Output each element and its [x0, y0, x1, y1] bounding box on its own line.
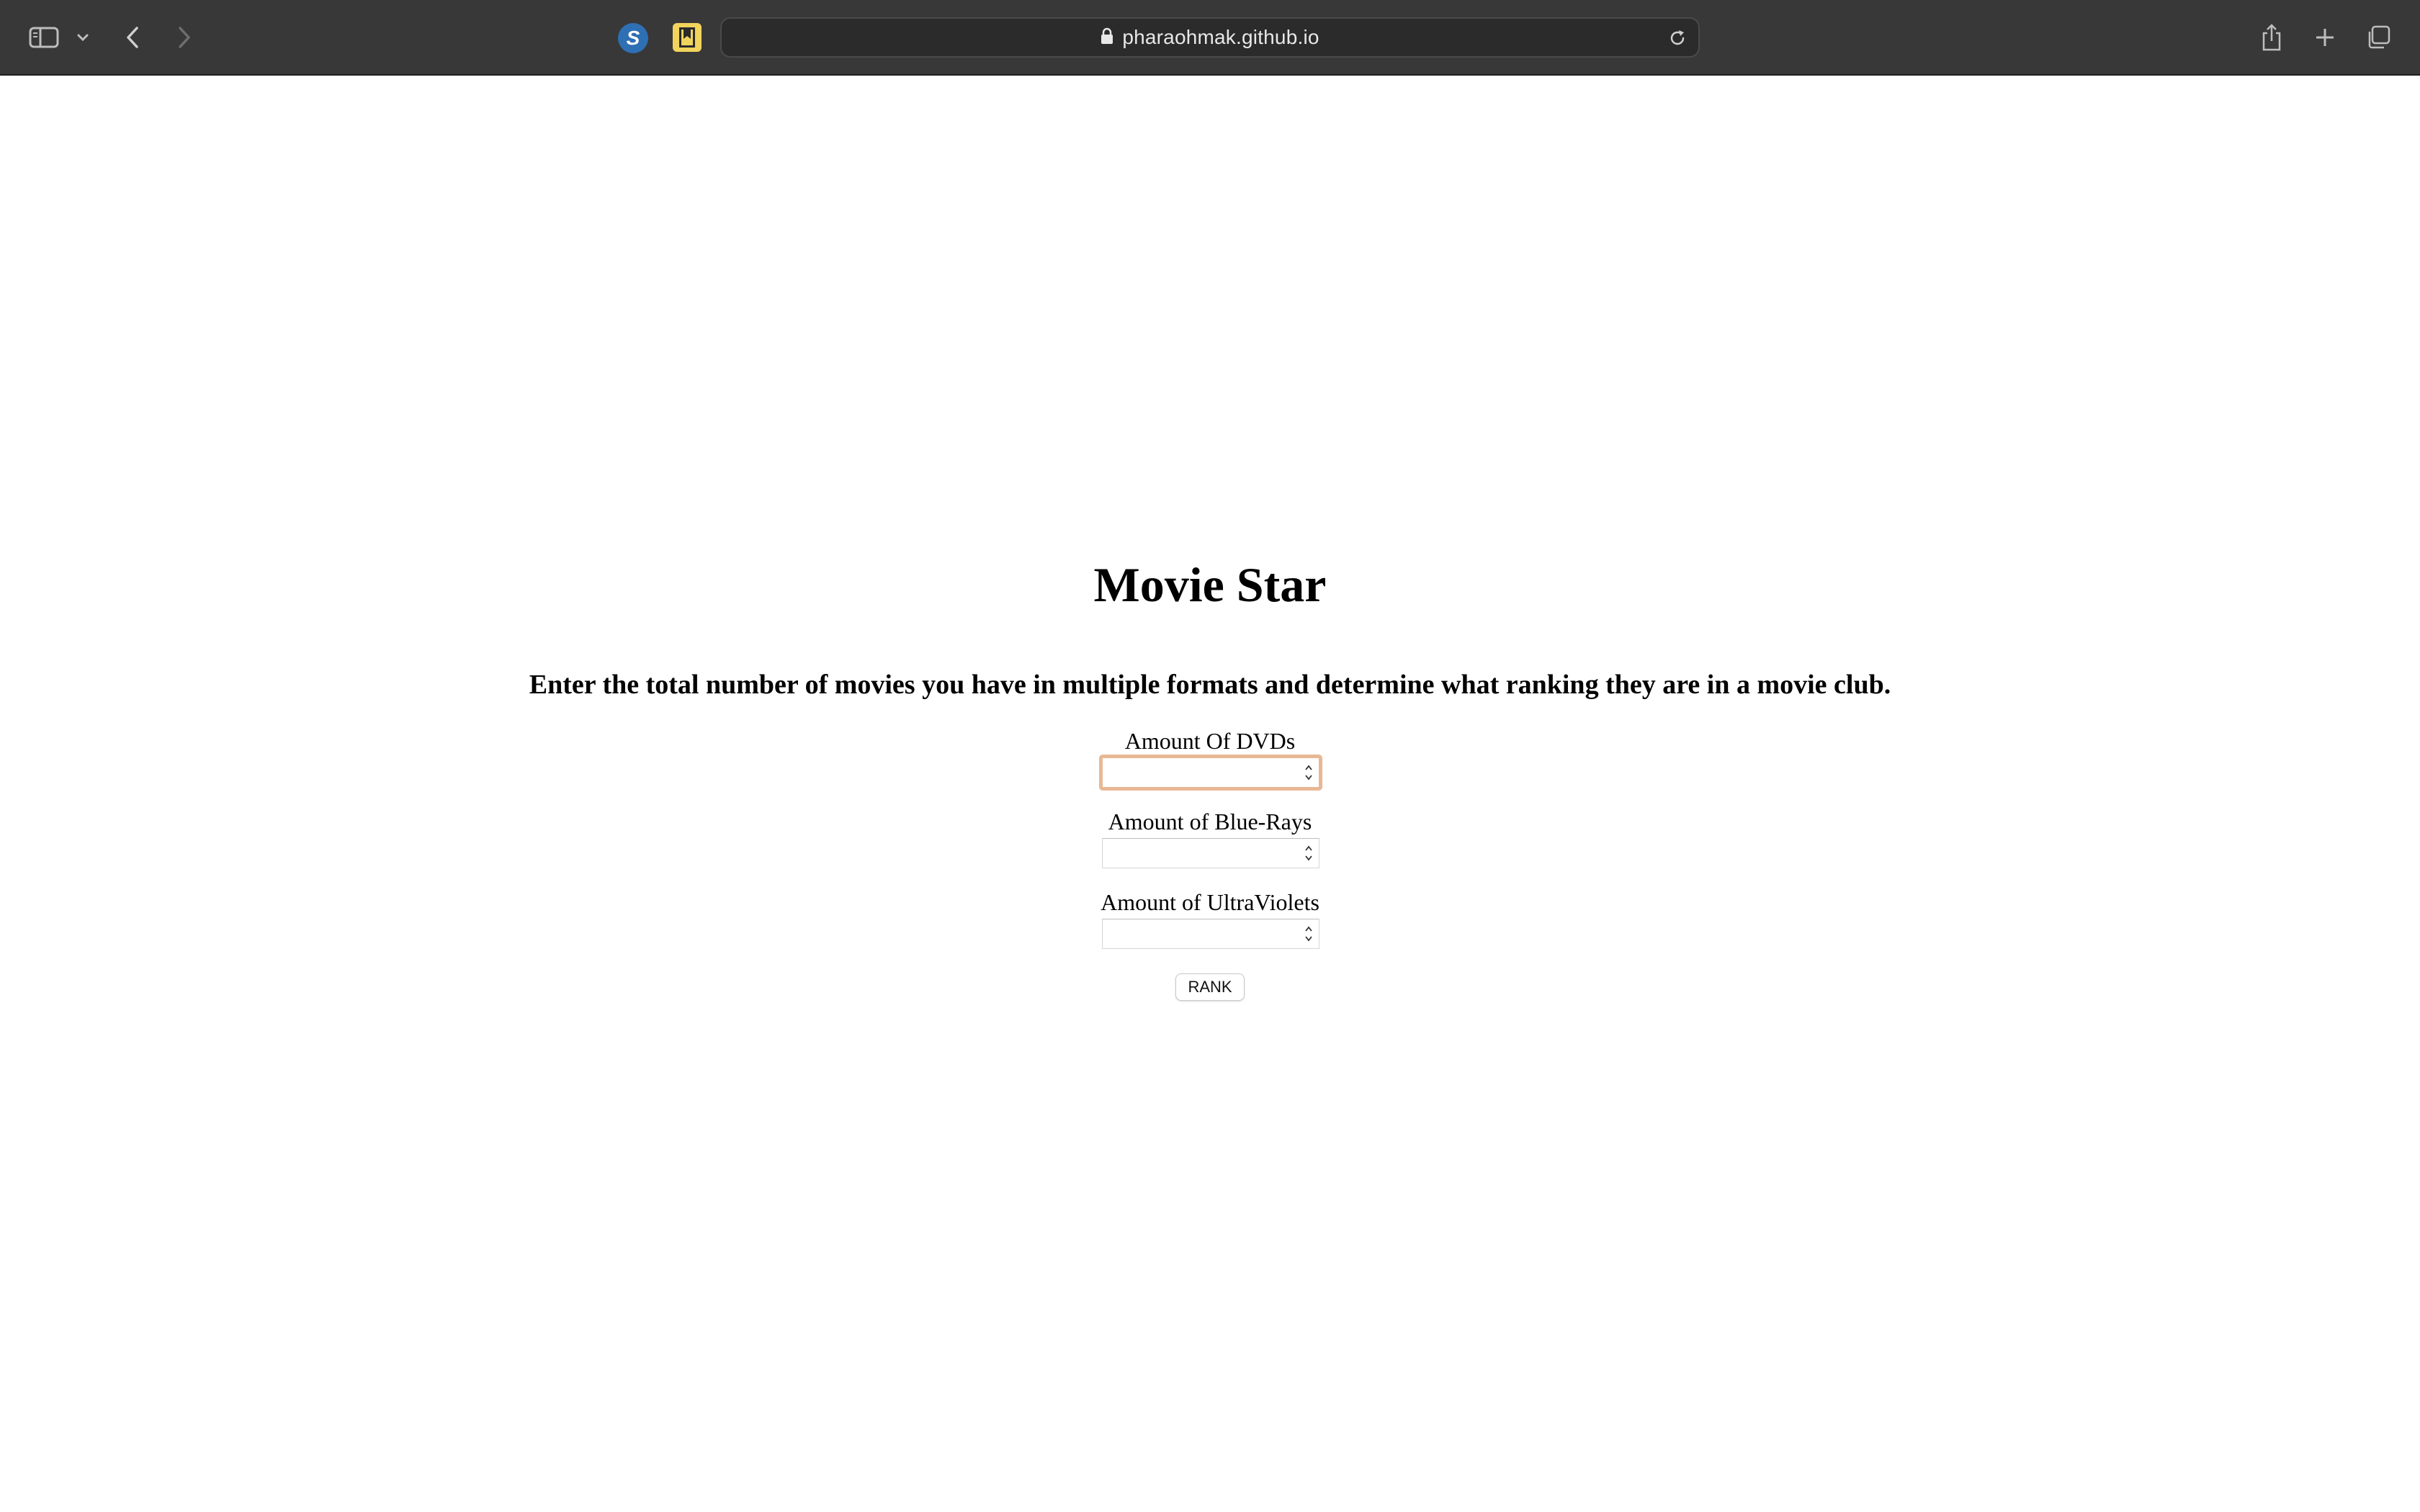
number-stepper-icon[interactable]	[1303, 763, 1314, 782]
plus-icon[interactable]	[2311, 16, 2339, 59]
url-text: pharaohmak.github.io	[1122, 26, 1319, 48]
blue-rays-label: Amount of Blue-Rays	[1108, 809, 1312, 834]
ultraviolets-label: Amount of UltraViolets	[1101, 889, 1319, 915]
page-content: Movie Star Enter the total number of mov…	[0, 76, 2420, 1512]
number-stepper-icon[interactable]	[1303, 924, 1314, 943]
sidebar-icon[interactable]	[26, 16, 62, 59]
page-subtitle: Enter the total number of movies you hav…	[529, 670, 1891, 700]
page-title: Movie Star	[1093, 557, 1327, 612]
blue-rays-input[interactable]	[1102, 838, 1319, 868]
chevron-down-icon[interactable]	[72, 16, 94, 59]
forward-arrow-icon[interactable]	[170, 16, 199, 59]
dvds-label: Amount Of DVDs	[1124, 728, 1296, 754]
number-stepper-icon[interactable]	[1303, 844, 1314, 863]
rank-button[interactable]: RANK	[1175, 973, 1245, 1001]
reload-icon[interactable]	[1667, 27, 1688, 53]
dvds-input[interactable]	[1099, 755, 1322, 791]
bookmark-extension-icon[interactable]	[673, 23, 702, 52]
address-bar[interactable]: pharaohmak.github.io	[720, 17, 1700, 58]
ultraviolets-input[interactable]	[1102, 919, 1319, 949]
back-arrow-icon[interactable]	[118, 16, 147, 59]
share-icon[interactable]	[2257, 16, 2286, 59]
extension-s-icon[interactable]: S	[618, 23, 648, 53]
lock-icon	[1101, 27, 1113, 48]
extension-s-letter: S	[626, 27, 640, 49]
tabs-overview-icon[interactable]	[2364, 16, 2393, 59]
browser-toolbar: S pharaohmak.github.io	[0, 0, 2420, 76]
